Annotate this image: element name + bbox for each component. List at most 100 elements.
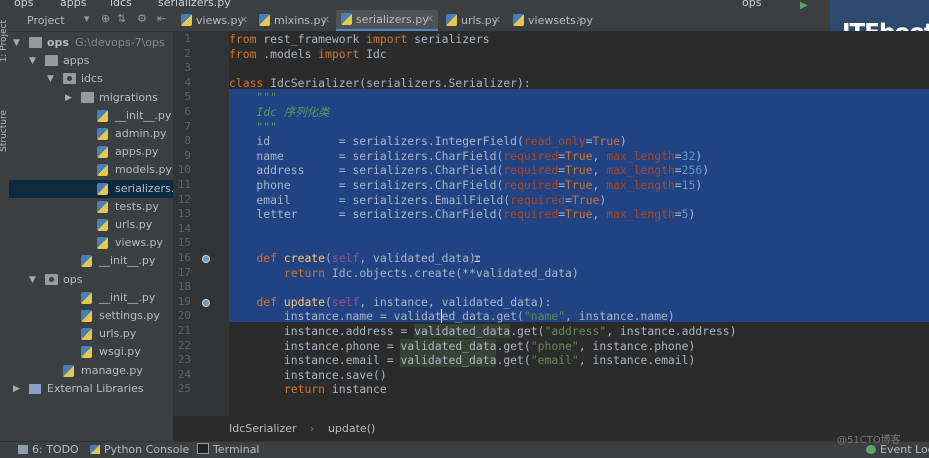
tree-item[interactable]: settings.py [9,307,173,325]
line-number: 11 [177,178,191,191]
tree-item[interactable]: models.py [9,161,173,179]
tree-item[interactable]: urls.py [9,325,173,343]
collapse-arrow-icon[interactable]: ▶ [13,380,20,398]
breadcrumb-method[interactable]: update() [328,422,375,435]
tree-item-label: ops [63,272,83,286]
run-config-select[interactable]: ops [742,0,761,9]
tree-item-label: migrations [99,90,158,104]
tree-item[interactable]: ▼ apps [9,52,173,70]
project-panel-title[interactable]: Project [27,14,65,27]
terminal-button[interactable]: Terminal [197,443,260,456]
gear-icon[interactable]: ⚙ [137,12,147,25]
text-caret [441,309,442,323]
line-number: 3 [184,61,191,75]
code-line: return Idc.objects.create(**validated_da… [283,265,579,280]
terminal-icon [197,443,209,454]
tree-item[interactable]: wsgi.py [9,343,173,361]
tab-label: mixins.py [274,14,328,27]
editor-tab[interactable]: serializers.py ✕ [336,10,438,31]
tree-item[interactable]: ▼ ops [9,271,173,289]
python-file-icon [97,182,108,195]
tree-item[interactable]: ▼ idcs [9,70,173,88]
python-file-icon [259,14,270,26]
python-file-icon [81,346,92,359]
python-file-icon [81,291,92,304]
line-number: 17 [177,265,191,279]
tree-item[interactable]: __init__.py [9,252,173,270]
code-line: instance.phone = validated_data.get("pho… [229,338,696,353]
tree-item-label: wsgi.py [99,345,141,359]
line-number: 8 [184,134,191,148]
editor-tab[interactable]: urls.py ✕ [441,10,505,31]
python-console-button[interactable]: Python Console [90,443,189,456]
code-line: """ [229,119,278,134]
tree-item[interactable]: apps.py [9,143,173,161]
tree-item-label: manage.py [81,363,143,377]
override-marker-icon[interactable] [202,298,210,307]
hide-panel-icon[interactable]: ⇤ [157,12,166,25]
tree-item[interactable]: __init__.py [9,289,173,307]
bottom-tool-bar: 6: TODO Python Console Terminal Event Lo… [0,441,929,458]
collapse-icon[interactable]: ⇅ [117,12,126,25]
expand-arrow-icon[interactable]: ▼ [47,70,54,88]
tree-item-label: __init__.py [99,290,156,304]
target-icon[interactable]: ⊕ [101,12,110,25]
line-number: 19 [177,294,191,308]
tab-label: views.py [196,14,245,27]
editor-tab[interactable]: mixins.py ✕ [254,10,334,31]
python-file-icon [97,164,108,177]
python-file-icon [341,13,352,25]
chevron-down-icon[interactable]: ▾ [84,12,90,25]
tree-item[interactable]: admin.py [9,125,173,143]
code-editor[interactable]: from rest_framework import serializers fr… [229,31,929,416]
python-file-icon [97,200,108,213]
close-tab-icon[interactable]: ✕ [240,10,248,31]
nav-crumb-apps[interactable]: apps [60,0,86,9]
tree-item[interactable]: views.py [9,234,173,252]
editor-tab[interactable]: views.py ✕ [176,10,252,31]
tree-item[interactable]: ▶ External Libraries [9,380,173,398]
close-tab-icon[interactable]: ✕ [576,10,584,31]
tree-item[interactable]: tests.py [9,198,173,216]
expand-arrow-icon[interactable]: ▼ [29,52,36,70]
todo-label: 6: TODO [32,443,79,456]
folder-icon [45,55,58,67]
line-number: 25 [177,382,191,396]
close-tab-icon[interactable]: ✕ [322,10,330,31]
python-file-icon [97,109,108,122]
python-icon [90,445,100,454]
expand-arrow-icon[interactable]: ▼ [29,271,36,289]
editor-gutter: 1 2 3 4 5 6 7 8 9 10 11 12 13 14 15 16 17 18 19 20 21 22 23 24 2… [173,31,229,416]
tree-item-label: models.py [115,163,172,177]
project-tool-button[interactable]: 1: Project [0,20,9,62]
code-line: letter = serializers.CharField(required=… [229,207,696,222]
structure-tool-button[interactable]: Structure [0,110,9,152]
breadcrumb-separator-icon: › [310,422,315,435]
nav-crumb-file[interactable]: serializers.py [158,0,231,9]
tab-label: serializers.py [356,13,429,26]
collapse-arrow-icon[interactable]: ▶ [65,89,72,107]
tree-item[interactable]: ▼ ops G:\devops-7\ops [9,34,173,52]
tree-item[interactable]: __init__.py [9,107,173,125]
close-tab-icon[interactable]: ✕ [493,10,501,31]
tree-item[interactable]: ▶ migrations [9,89,173,107]
tree-item-label: urls.py [115,218,153,231]
tree-item[interactable]: manage.py [9,362,173,380]
close-tab-icon[interactable]: ✕ [426,10,434,29]
nav-crumb-idcs[interactable]: idcs [110,0,132,9]
tree-item-label: settings.py [99,309,160,322]
expand-arrow-icon[interactable]: ▼ [13,34,20,52]
python-file-icon [81,310,92,322]
code-line: from .models import Idc [229,46,387,61]
tree-item[interactable]: serializers.py [9,179,188,198]
todo-tool-button[interactable]: 6: TODO [18,443,79,456]
editor-tab[interactable]: viewsets.py ✕ [508,10,593,31]
override-marker-icon[interactable] [202,255,210,263]
folder-icon [81,91,94,103]
python-file-icon [446,14,457,26]
tree-item[interactable]: urls.py [9,216,173,234]
breadcrumb-class[interactable]: IdcSerializer [229,422,297,435]
nav-crumb-ops[interactable]: ops [14,0,33,9]
code-line: instance.email = validated_data.get("ema… [229,353,696,368]
line-number: 22 [177,338,191,352]
